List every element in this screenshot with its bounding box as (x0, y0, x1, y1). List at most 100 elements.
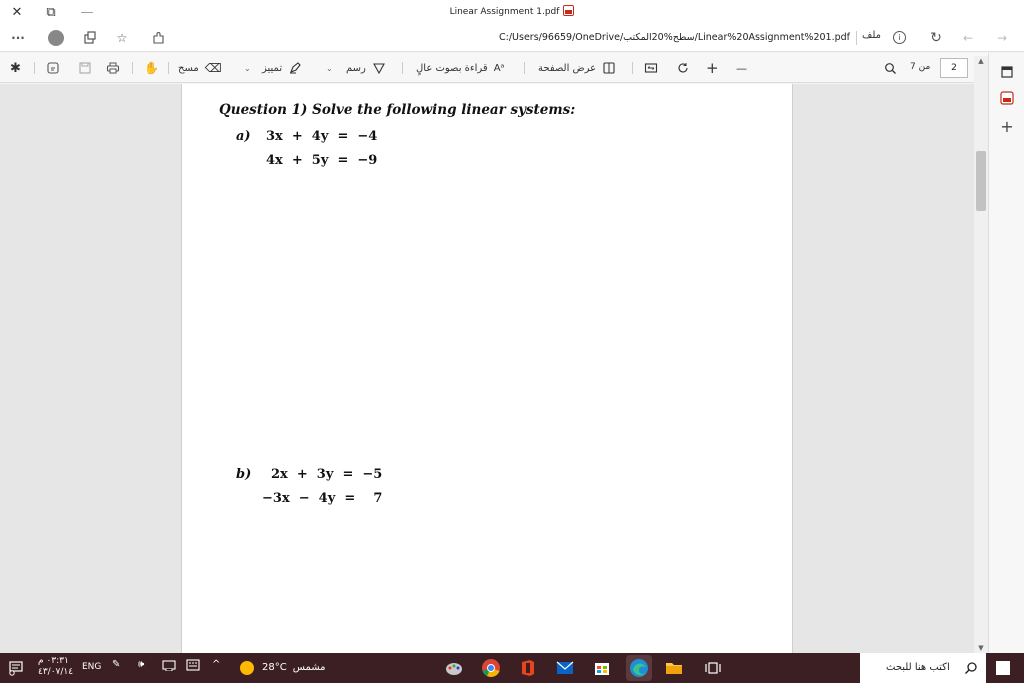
edge-browser-icon (630, 659, 648, 677)
equation-a2: 4x + 5y = −9 (266, 153, 378, 168)
edge-sidebar: + (988, 53, 1024, 653)
url-field[interactable]: C:/Users/96659/OneDrive/سطح%20المكتب/Lin… (380, 29, 850, 47)
task-view-button[interactable] (703, 658, 723, 678)
draw-options-dropdown[interactable]: ⌄ (326, 59, 333, 77)
clock[interactable]: ٠٣:٣١ م ٤٣/٠٧/١٤ (38, 656, 73, 678)
pdf-page: Question 1) Solve the following linear s… (181, 84, 793, 653)
taskbar-app-edge[interactable] (626, 655, 652, 681)
zoom-out-icon: — (736, 61, 747, 75)
touch-keyboard-button[interactable] (186, 659, 200, 671)
equation-a1: 3x + 4y = −4 (266, 129, 378, 144)
chevron-up-icon: ^ (212, 659, 221, 670)
erase-label: مسح (178, 62, 199, 74)
vertical-scrollbar[interactable]: ▲ ▼ (974, 56, 988, 653)
taskbar-app-store[interactable] (592, 658, 612, 678)
settings-more-button[interactable]: ··· (8, 28, 28, 48)
pen-menu-button[interactable]: ✎ (112, 659, 120, 670)
refresh-button[interactable]: ↻ (926, 28, 946, 48)
plus-icon: + (1000, 116, 1014, 136)
refresh-icon: ↻ (930, 30, 942, 46)
forward-button[interactable]: → (992, 28, 1012, 48)
weather-sun-icon (240, 661, 254, 675)
zoom-out-button[interactable]: — (736, 59, 747, 77)
arrow-right-icon: → (996, 31, 1008, 45)
part-b-label: b) (236, 467, 252, 482)
read-aloud-button[interactable]: قراءة بصوت عالٍ Aᵃ (416, 59, 504, 77)
notification-center-button[interactable] (8, 660, 24, 676)
extensions-button[interactable] (148, 28, 168, 48)
collections-button[interactable] (80, 28, 100, 48)
pin-toolbar-button[interactable]: ✱ (10, 59, 21, 77)
rotate-button[interactable] (676, 59, 690, 77)
windows-taskbar: ٠٣:٣١ م ٤٣/٠٧/١٤ ENG ✎ 🕪 ^ 28°C مشمس اكت… (0, 653, 1024, 683)
weather-temperature: 28°C (262, 662, 287, 673)
rotate-icon (678, 63, 688, 73)
weather-condition: مشمس (292, 662, 326, 673)
touch-select-button[interactable]: ✋ (144, 59, 159, 77)
sidebar-add-button[interactable]: + (998, 116, 1016, 136)
start-button[interactable] (996, 661, 1010, 675)
save-icon (79, 62, 91, 74)
page-view-button[interactable]: عرض الصفحة (538, 59, 616, 77)
favorites-button[interactable]: ☆ (112, 28, 132, 48)
scroll-down-arrow-icon[interactable]: ▼ (976, 643, 986, 653)
taskbar-app-office[interactable] (518, 658, 538, 678)
window-titlebar: ✕ ⧉ — Linear Assignment 1.pdf (0, 0, 1024, 24)
save-button[interactable] (78, 59, 92, 77)
document-title: Linear Assignment 1.pdf (449, 7, 560, 17)
network-icon (162, 660, 176, 671)
notes-button[interactable] (46, 59, 60, 77)
print-icon (106, 62, 120, 74)
toolbar-divider (402, 62, 403, 74)
task-view-icon (705, 662, 721, 674)
speaker-icon: 🕪 (138, 659, 145, 670)
sidebar-office-app-button[interactable] (998, 89, 1016, 107)
sidebar-toggle-button[interactable] (998, 63, 1016, 81)
puzzle-icon (153, 32, 164, 44)
find-button[interactable] (884, 59, 897, 77)
back-button[interactable]: ← (958, 28, 978, 48)
note-icon (47, 62, 59, 74)
more-icon: ··· (11, 31, 25, 45)
fit-page-icon (644, 63, 658, 73)
taskbar-app-paint[interactable] (444, 658, 464, 678)
toolbar-divider (34, 62, 35, 74)
favorites-star-icon: ☆ (116, 31, 128, 45)
notification-icon (9, 661, 23, 676)
fit-to-page-button[interactable] (644, 59, 658, 77)
read-aloud-icon: Aᵃ (493, 62, 505, 74)
page-number-input[interactable]: 2 (940, 58, 968, 78)
chrome-icon (482, 659, 500, 677)
equation-b1: 2x + 3y = −5 (271, 467, 383, 482)
scroll-up-arrow-icon[interactable]: ▲ (976, 56, 986, 66)
weather-widget[interactable]: 28°C مشمس (262, 662, 326, 673)
document-viewer[interactable]: Question 1) Solve the following linear s… (0, 84, 988, 653)
profile-avatar[interactable] (48, 30, 64, 46)
taskbar-app-mail[interactable] (555, 658, 575, 678)
language-indicator[interactable]: ENG (82, 662, 101, 672)
show-hidden-icons-button[interactable]: ^ (212, 659, 220, 670)
volume-button[interactable]: 🕪 (138, 659, 144, 670)
draw-pen-icon (372, 63, 385, 75)
paint-palette-icon (446, 663, 462, 675)
zoom-in-button[interactable]: + (706, 59, 719, 77)
toolbar-divider (168, 62, 169, 74)
scrollbar-thumb[interactable] (976, 151, 986, 211)
mail-icon (556, 661, 574, 674)
site-info-icon[interactable]: i (893, 31, 906, 44)
hand-icon: ✋ (144, 61, 159, 75)
print-button[interactable] (106, 59, 120, 77)
toolbar-divider (632, 62, 633, 74)
network-button[interactable] (162, 659, 176, 671)
draw-label: رسم (346, 62, 366, 74)
highlight-options-dropdown[interactable]: ⌄ (244, 59, 251, 77)
taskbar-search-field[interactable]: اكتب هنا للبحث (860, 653, 986, 683)
pen-icon: ✎ (112, 659, 121, 670)
erase-button[interactable]: مسح ⌫ (178, 59, 222, 77)
taskbar-app-file-explorer[interactable] (664, 658, 684, 678)
draw-button[interactable]: رسم (346, 59, 386, 77)
keyboard-icon (186, 659, 200, 671)
search-placeholder: اكتب هنا للبحث (886, 662, 950, 673)
taskbar-app-chrome[interactable] (481, 658, 501, 678)
highlight-button[interactable]: تمييز (262, 59, 302, 77)
